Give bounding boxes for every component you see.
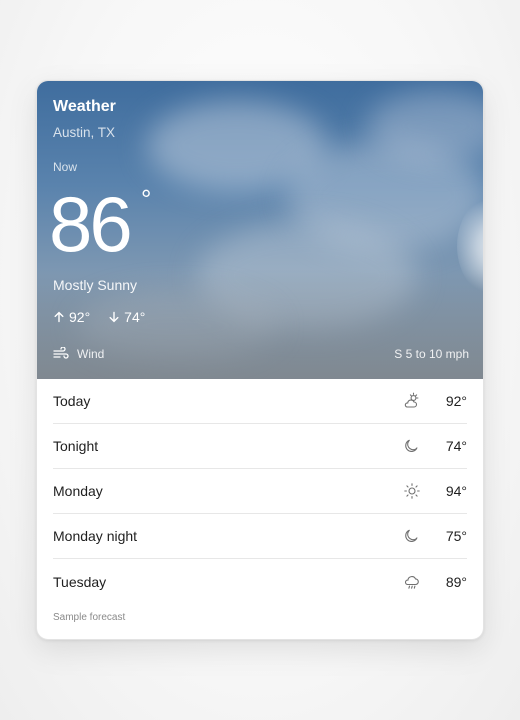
weather-hero: Weather Austin, TX Now 86 ° Mostly Sunny… [37,81,483,379]
app-title: Weather [53,98,116,115]
moon-icon [403,527,421,545]
wind-label: Wind [77,347,105,361]
arrow-up-icon [54,311,64,323]
forecast-row[interactable]: Tonight 74° [53,424,467,469]
degree-symbol: ° [141,184,152,214]
wind-icon [53,347,69,359]
forecast-list: Today 92° Tonight 74° Monday 94° Monday … [53,379,467,604]
high-temp: 92° [53,309,90,325]
forecast-period: Tonight [53,438,99,454]
forecast-period: Monday night [53,528,138,544]
now-label: Now [53,160,78,174]
current-temperature: 86 [49,180,133,268]
forecast-row[interactable]: Monday 94° [53,469,467,514]
forecast-temp: 94° [445,483,467,499]
forecast-row[interactable]: Tuesday 89° [53,559,467,604]
partly-sunny-icon [403,392,421,410]
forecast-temp: 74° [445,438,467,454]
forecast-temp: 75° [445,528,467,544]
footnote: Sample forecast [53,612,126,623]
forecast-temp: 92° [445,393,467,409]
arrow-down-icon [109,311,119,323]
forecast-row[interactable]: Monday night 75° [53,514,467,559]
forecast-period: Tuesday [53,573,107,590]
sun-icon [403,482,421,500]
wind-row: Wind S 5 to 10 mph [53,347,469,361]
location-label: Austin, TX [53,125,116,140]
forecast-temp: 89° [445,573,467,590]
high-low: 92° 74° [53,309,145,325]
wind-value: S 5 to 10 mph [394,347,469,361]
low-temp: 74° [108,309,145,325]
condition-label: Mostly Sunny [53,277,138,293]
forecast-period: Today [53,393,91,409]
rain-cloud-icon [403,573,421,591]
forecast-row[interactable]: Today 92° [53,379,467,424]
weather-card: Weather Austin, TX Now 86 ° Mostly Sunny… [36,80,484,640]
moon-icon [403,437,421,455]
forecast-period: Monday [53,483,103,499]
